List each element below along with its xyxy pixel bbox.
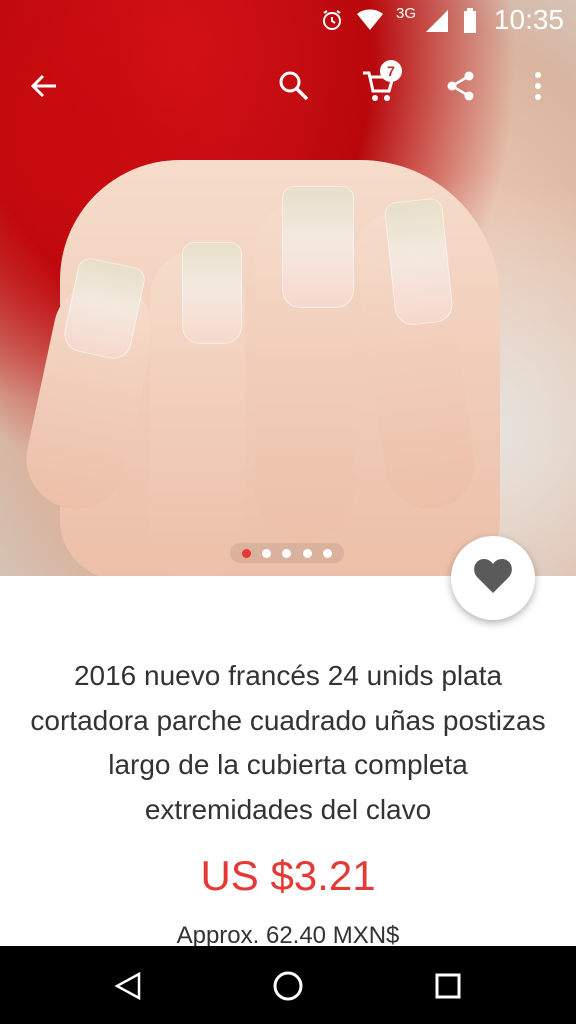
wishlist-button[interactable] bbox=[451, 536, 535, 620]
cart-count-badge: 7 bbox=[380, 60, 402, 82]
page-dot[interactable] bbox=[282, 548, 292, 558]
back-arrow-icon[interactable] bbox=[20, 62, 68, 110]
battery-icon bbox=[462, 8, 478, 40]
wifi-icon bbox=[356, 8, 384, 38]
page-dot[interactable] bbox=[302, 548, 312, 558]
home-circle-icon[interactable] bbox=[264, 962, 312, 1010]
alarm-icon bbox=[320, 8, 344, 38]
product-title: 2016 nuevo francés 24 unids plata cortad… bbox=[30, 660, 546, 825]
network-label: 3G bbox=[396, 5, 417, 22]
gallery-page-indicator bbox=[230, 543, 344, 563]
share-icon[interactable] bbox=[437, 62, 485, 110]
page-dot[interactable] bbox=[323, 548, 333, 558]
more-vert-icon[interactable] bbox=[514, 62, 562, 110]
system-nav-bar bbox=[0, 946, 576, 1024]
page-dot[interactable] bbox=[262, 548, 272, 558]
search-icon[interactable] bbox=[270, 62, 318, 110]
status-bar: 3G 10:35 bbox=[0, 0, 576, 40]
back-triangle-icon[interactable] bbox=[104, 962, 152, 1010]
recents-square-icon[interactable] bbox=[424, 962, 472, 1010]
product-price: US $3.21 bbox=[200, 852, 376, 899]
nail bbox=[182, 242, 242, 344]
toolbar bbox=[0, 50, 576, 120]
page-dot-active[interactable] bbox=[241, 548, 251, 558]
nail bbox=[282, 186, 354, 308]
status-time: 10:35 bbox=[493, 4, 564, 35]
heart-icon bbox=[473, 558, 513, 599]
signal-icon bbox=[424, 8, 450, 40]
